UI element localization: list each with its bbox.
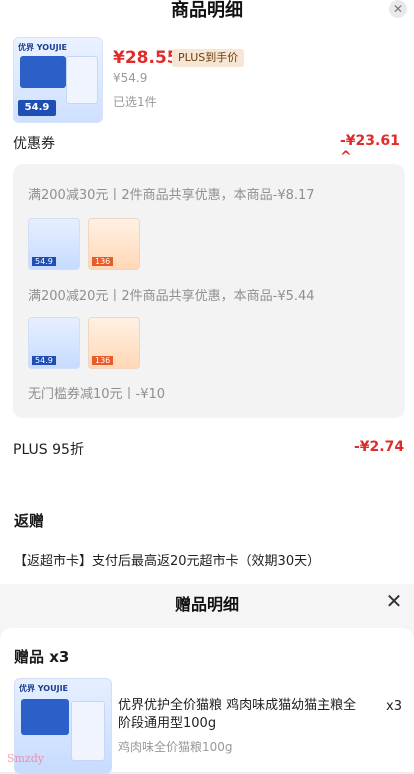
thumb-price: 54.9	[32, 356, 56, 365]
thumb-price: 54.9	[32, 257, 56, 266]
coupon-item-1-text: 满200减30元丨2件商品共享优惠，本商品-¥8.17	[28, 188, 315, 203]
coupon-item-2-text: 满200减20元丨2件商品共享优惠，本商品-¥5.44	[28, 289, 315, 304]
close-icon[interactable]: ✕	[389, 0, 407, 18]
plus-discount-label: PLUS 95折	[13, 442, 84, 458]
gift-item-spec: 鸡肉味全价猫粮100g	[118, 740, 233, 754]
thumb-price: 136	[92, 356, 114, 365]
product-brand: 优界 YOUJIE	[18, 43, 68, 52]
coupon-label: 优惠券	[13, 136, 55, 152]
coupon-item-1-thumb-b[interactable]: 136	[88, 218, 140, 270]
coupon-value[interactable]: -¥23.61 ^	[340, 133, 414, 165]
selected-count: 已选1件	[113, 95, 157, 109]
gift-item-qty: x3	[386, 699, 402, 714]
coupon-item-2-thumb-a[interactable]: 54.9	[28, 317, 80, 369]
rebate-text: 【返超市卡】支付后最高返20元超市卡（效期30天）	[14, 554, 321, 569]
coupon-item-2-thumb-b[interactable]: 136	[88, 317, 140, 369]
rebate-title: 返赠	[14, 512, 45, 530]
gift-heading: 赠品 x3	[14, 648, 70, 666]
watermark: Smzdy	[7, 752, 45, 765]
thumb-price: 136	[92, 257, 114, 266]
plus-discount-value: -¥2.74	[354, 439, 405, 455]
gift-item-brand: 优界 YOUJIE	[19, 684, 69, 693]
coupon-item-1-thumb-a[interactable]: 54.9	[28, 218, 80, 270]
coupon-item-3-text: 无门槛券减10元丨-¥10	[28, 387, 166, 402]
close-icon[interactable]: ✕	[383, 590, 405, 612]
gift-pack-graphic	[21, 699, 69, 735]
product-bag-graphic	[66, 56, 98, 104]
product-badge: 54.9	[18, 100, 56, 116]
plus-price-tag: PLUS到手价	[172, 49, 245, 67]
gift-item-name[interactable]: 优界优护全价猫粮 鸡肉味成猫幼猫主粮全阶段通用型100g	[118, 697, 368, 733]
page-title: 商品明细	[171, 0, 243, 21]
product-image[interactable]: 优界 YOUJIE 54.9	[13, 37, 103, 123]
gift-sheet-title: 赠品明细	[174, 595, 239, 614]
gift-bag-graphic	[71, 701, 105, 761]
product-price: ¥28.55	[113, 48, 179, 68]
product-pack-graphic	[20, 56, 66, 88]
rebate-section	[0, 491, 414, 584]
original-price: ¥54.9	[113, 71, 148, 85]
